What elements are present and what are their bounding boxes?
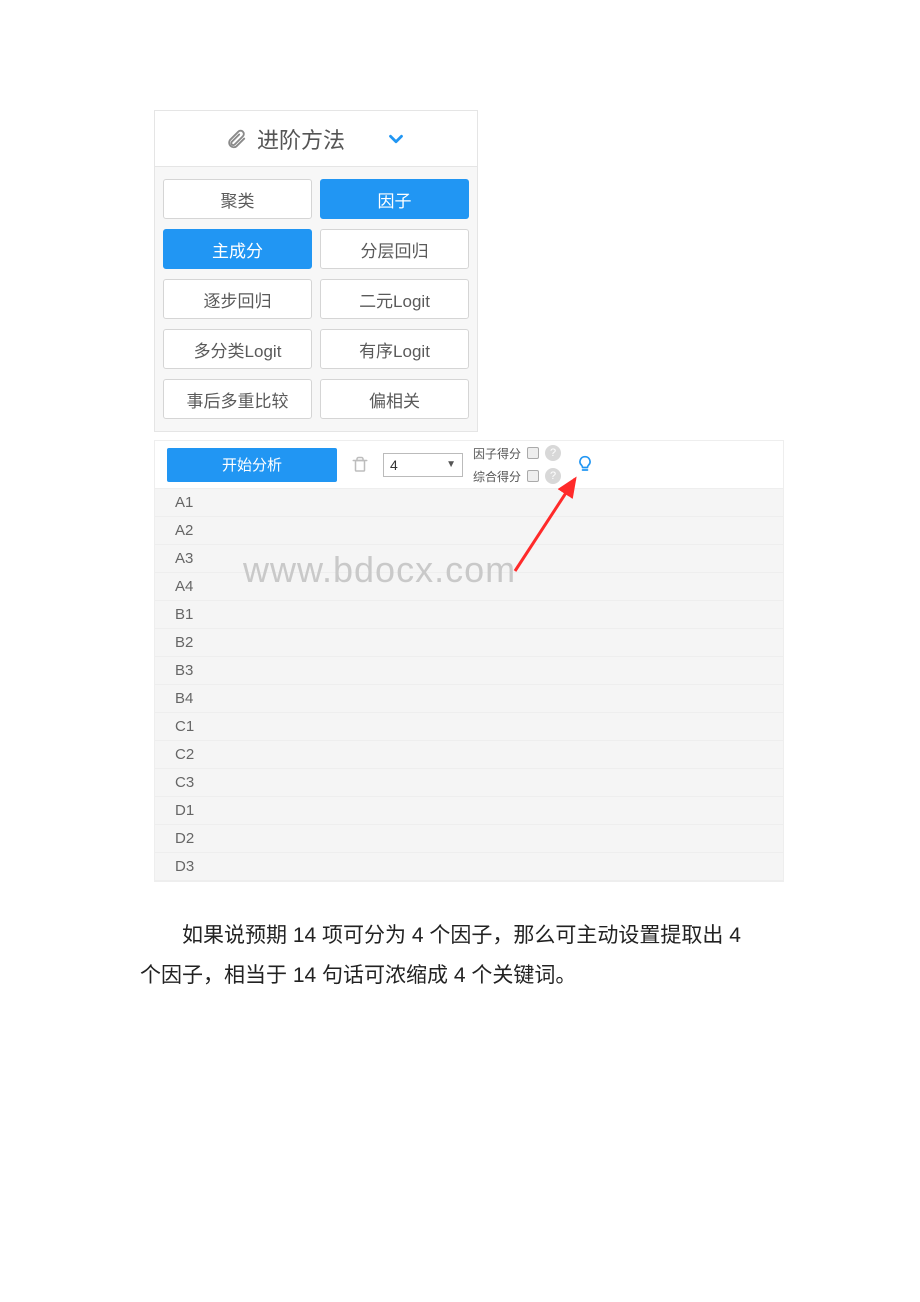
method-button[interactable]: 事后多重比较 [163,379,312,419]
method-button[interactable]: 逐步回归 [163,279,312,319]
factor-count-select[interactable]: 4 ▼ [383,453,463,477]
list-item[interactable]: A4 [155,573,783,601]
caret-down-icon: ▼ [446,459,456,470]
composite-score-checkbox[interactable] [527,470,539,482]
lightbulb-icon[interactable] [575,455,595,475]
list-item[interactable]: C2 [155,741,783,769]
method-button[interactable]: 有序Logit [320,329,469,369]
list-item[interactable]: A3 [155,545,783,573]
paperclip-icon [225,128,247,150]
composite-score-label: 综合得分 [473,468,521,485]
variables-list: A1A2A3A4B1B2B3B4C1C2C3D1D2D3 [155,489,783,881]
panel-header[interactable]: 进阶方法 [155,111,477,167]
list-item[interactable]: D1 [155,797,783,825]
list-item[interactable]: A1 [155,489,783,517]
panel-title: 进阶方法 [257,123,345,155]
factor-count-value: 4 [390,457,398,473]
list-item[interactable]: B2 [155,629,783,657]
method-button[interactable]: 分层回归 [320,229,469,269]
method-button[interactable]: 二元Logit [320,279,469,319]
list-item[interactable]: B4 [155,685,783,713]
list-item[interactable]: D2 [155,825,783,853]
list-item[interactable]: B3 [155,657,783,685]
method-button[interactable]: 因子 [320,179,469,219]
list-item[interactable]: C3 [155,769,783,797]
list-item[interactable]: A2 [155,517,783,545]
list-item[interactable]: D3 [155,853,783,881]
analysis-panel: 开始分析 4 ▼ 因子得分 ? 综合得分 ? [154,440,784,882]
help-icon[interactable]: ? [545,468,561,484]
method-button[interactable]: 聚类 [163,179,312,219]
list-item[interactable]: C1 [155,713,783,741]
methods-grid: 聚类因子主成分分层回归逐步回归二元Logit多分类Logit有序Logit事后多… [155,167,477,431]
method-button[interactable]: 多分类Logit [163,329,312,369]
help-icon[interactable]: ? [545,445,561,461]
analysis-toolbar: 开始分析 4 ▼ 因子得分 ? 综合得分 ? [155,441,783,489]
score-options: 因子得分 ? 综合得分 ? [473,445,561,485]
method-button[interactable]: 偏相关 [320,379,469,419]
start-analysis-button[interactable]: 开始分析 [167,448,337,482]
description-paragraph: 如果说预期 14 项可分为 4 个因子，那么可主动设置提取出 4 个因子，相当于… [140,916,752,996]
factor-score-checkbox[interactable] [527,447,539,459]
methods-panel: 进阶方法 聚类因子主成分分层回归逐步回归二元Logit多分类Logit有序Log… [154,110,478,432]
factor-score-label: 因子得分 [473,445,521,462]
chevron-down-icon [385,128,407,150]
trash-icon[interactable] [351,456,369,474]
list-item[interactable]: B1 [155,601,783,629]
method-button[interactable]: 主成分 [163,229,312,269]
